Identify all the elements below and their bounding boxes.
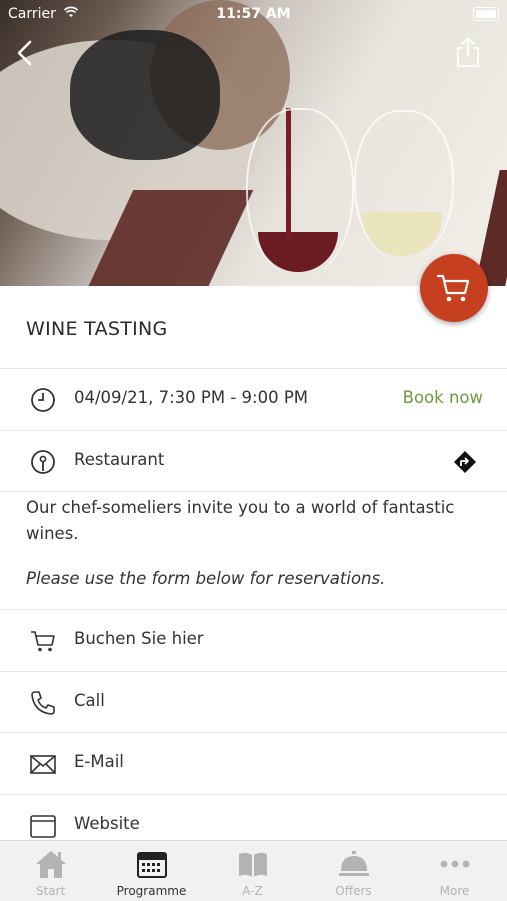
tab-more-label: More bbox=[439, 884, 470, 898]
browser-icon bbox=[30, 815, 56, 838]
hero-image bbox=[0, 0, 507, 286]
home-icon bbox=[35, 851, 66, 878]
cart-icon bbox=[31, 631, 55, 652]
action-book-label: Buchen Sie hier bbox=[74, 629, 204, 648]
clock: 11:57 AM bbox=[216, 6, 291, 22]
service-bell-icon bbox=[338, 851, 369, 876]
description: Our chef-someliers invite you to a world… bbox=[26, 495, 486, 592]
tab-programme[interactable]: Programme bbox=[101, 841, 202, 901]
tab-start-label: Start bbox=[35, 884, 66, 898]
tab-offers[interactable]: Offers bbox=[303, 841, 404, 901]
tab-a-z[interactable]: A-Z bbox=[202, 841, 303, 901]
location-pin-icon bbox=[31, 450, 55, 474]
tab-a-z-label: A-Z bbox=[242, 884, 263, 898]
event-datetime: 04/09/21, 7:30 PM - 9:00 PM bbox=[74, 388, 309, 407]
tab-programme-label: Programme bbox=[116, 884, 187, 898]
tab-more[interactable]: More bbox=[404, 841, 505, 901]
book-icon bbox=[238, 852, 267, 877]
share-button[interactable] bbox=[453, 36, 483, 68]
tab-bar: Start Programme A-Z Offers More bbox=[0, 840, 507, 901]
reservation-note: Please use the form below for reservatio… bbox=[26, 569, 386, 588]
calendar-icon bbox=[136, 852, 167, 878]
action-call[interactable]: Call bbox=[0, 671, 507, 732]
event-title: WINE TASTING bbox=[26, 318, 168, 340]
tab-offers-label: Offers bbox=[335, 884, 372, 898]
book-now-link[interactable]: Book now bbox=[403, 388, 483, 407]
datetime-row: 04/09/21, 7:30 PM - 9:00 PM Book now bbox=[0, 368, 507, 429]
action-call-label: Call bbox=[74, 691, 105, 710]
mail-icon bbox=[30, 755, 56, 774]
directions-icon[interactable] bbox=[453, 450, 477, 474]
more-dots-icon bbox=[440, 860, 469, 868]
cart-fab-button[interactable] bbox=[420, 254, 488, 322]
phone-icon bbox=[31, 691, 55, 715]
action-book[interactable]: Buchen Sie hier bbox=[0, 609, 507, 670]
action-email[interactable]: E-Mail bbox=[0, 732, 507, 793]
description-text: Our chef-someliers invite you to a world… bbox=[26, 498, 455, 543]
event-location: Restaurant bbox=[74, 450, 165, 469]
action-email-label: E-Mail bbox=[74, 752, 124, 771]
back-button[interactable] bbox=[12, 38, 42, 68]
cart-icon bbox=[436, 274, 470, 302]
tab-start[interactable]: Start bbox=[0, 841, 101, 901]
location-row[interactable]: Restaurant bbox=[0, 430, 507, 491]
action-website-label: Website bbox=[74, 814, 140, 833]
status-bar: Carrier 11:57 AM bbox=[0, 0, 507, 28]
clock-icon bbox=[31, 388, 55, 412]
battery-icon bbox=[473, 7, 499, 21]
